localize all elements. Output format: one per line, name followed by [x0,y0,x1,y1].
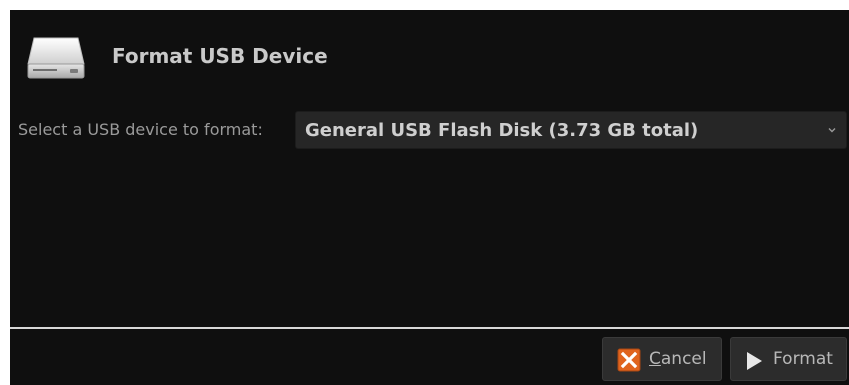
chevron-down-icon [828,128,836,133]
close-icon [617,348,641,372]
dialog-title: Format USB Device [112,44,328,68]
usb-device-dropdown[interactable]: General USB Flash Disk (3.73 GB total) [295,111,847,149]
format-usb-dialog: Format USB Device Select a USB device to… [10,10,849,385]
format-button-label: Format [773,349,833,369]
device-select-label: Select a USB device to format: [18,120,263,139]
selected-device-value: General USB Flash Disk (3.73 GB total) [305,120,699,141]
cancel-mnemonic: C [649,349,661,369]
cancel-button[interactable]: Cancel [602,337,722,381]
button-area-separator [10,327,849,329]
usb-drive-icon [27,37,85,79]
play-arrow-icon [747,352,762,370]
format-button[interactable]: Format [730,337,847,381]
cancel-label-rest: ancel [660,349,707,369]
cancel-button-label: Cancel [649,349,707,369]
dialog-header: Format USB Device [10,10,849,105]
